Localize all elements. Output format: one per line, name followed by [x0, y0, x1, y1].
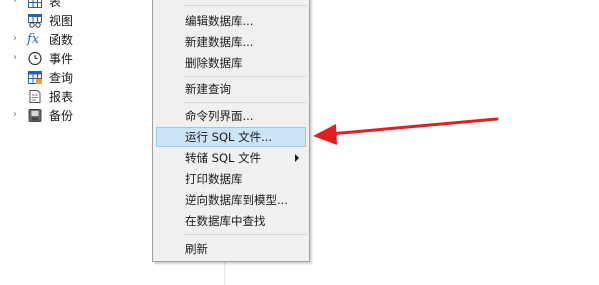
menu-item-label: 在数据库中查找 — [185, 214, 266, 228]
function-icon: fx — [27, 32, 40, 47]
menu-item-label: 转储 SQL 文件 — [185, 151, 262, 165]
tree-item-label: 报表 — [49, 90, 74, 104]
panel-divider — [224, 262, 225, 285]
menu-item-dump-sql-file[interactable]: 转储 SQL 文件 — [156, 148, 306, 168]
menu-item-find-in-database[interactable]: 在数据库中查找 — [156, 211, 306, 231]
chevron-right-icon[interactable]: › — [11, 0, 19, 6]
menu-item-reverse-to-model[interactable]: 逆向数据库到模型... — [156, 190, 306, 210]
chevron-right-icon[interactable]: › — [11, 53, 19, 63]
menu-item-label: 编辑数据库... — [185, 14, 254, 28]
menu-item-label: 新建查询 — [185, 82, 231, 96]
menu-item-label: 运行 SQL 文件... — [185, 130, 273, 144]
menu-item-edit-database[interactable]: 编辑数据库... — [156, 11, 306, 31]
tree-item-label: 视图 — [49, 14, 74, 28]
menu-item-label: 删除数据库 — [185, 56, 243, 70]
database-context-menu: 编辑数据库... 新建数据库... 删除数据库 新建查询 命令列界面... 运行… — [152, 0, 310, 262]
view-icon — [28, 14, 42, 28]
event-clock-icon — [28, 51, 42, 66]
tree-item-views[interactable]: 视图 — [0, 11, 150, 30]
menu-item-label: 逆向数据库到模型... — [185, 193, 288, 207]
tree-item-tables[interactable]: › 表 — [0, 0, 150, 11]
menu-item-print-database[interactable]: 打印数据库 — [156, 169, 306, 189]
tree-item-queries[interactable]: 查询 — [0, 68, 150, 87]
query-icon — [28, 71, 42, 84]
menu-item-new-database[interactable]: 新建数据库... — [156, 32, 306, 52]
object-tree: › 表 视图 › fx 函数 › 事件 查询 报表 › 备份 — [0, 0, 150, 125]
menu-item-refresh[interactable]: 刷新 — [156, 239, 306, 259]
backup-icon — [28, 109, 42, 122]
tree-item-events[interactable]: › 事件 — [0, 49, 150, 68]
tree-item-label: 事件 — [49, 52, 74, 66]
tree-item-label: 函数 — [49, 33, 74, 47]
report-icon — [29, 90, 41, 103]
tree-item-label: 备份 — [49, 109, 74, 123]
menu-item-label: 刷新 — [185, 242, 208, 256]
menu-separator — [183, 234, 307, 235]
menu-separator — [183, 5, 307, 6]
submenu-arrow-icon — [295, 154, 299, 162]
chevron-right-icon[interactable]: › — [11, 110, 19, 120]
menu-item-label: 新建数据库... — [185, 35, 254, 49]
tree-item-backups[interactable]: › 备份 — [0, 106, 150, 125]
menu-separator — [183, 76, 307, 77]
tree-item-label: 表 — [49, 0, 62, 9]
tree-item-functions[interactable]: › fx 函数 — [0, 30, 150, 49]
menu-item-command-line[interactable]: 命令列界面... — [156, 106, 306, 126]
menu-separator — [183, 102, 307, 103]
menu-item-delete-database[interactable]: 删除数据库 — [156, 53, 306, 73]
tree-item-label: 查询 — [49, 71, 74, 85]
menu-item-run-sql-file[interactable]: 运行 SQL 文件... — [156, 127, 306, 147]
menu-item-new-query[interactable]: 新建查询 — [156, 79, 306, 99]
table-icon — [28, 0, 42, 8]
tree-item-reports[interactable]: 报表 — [0, 87, 150, 106]
menu-item-label: 打印数据库 — [185, 172, 243, 186]
chevron-right-icon[interactable]: › — [11, 34, 19, 44]
menu-item-label: 命令列界面... — [185, 109, 254, 123]
